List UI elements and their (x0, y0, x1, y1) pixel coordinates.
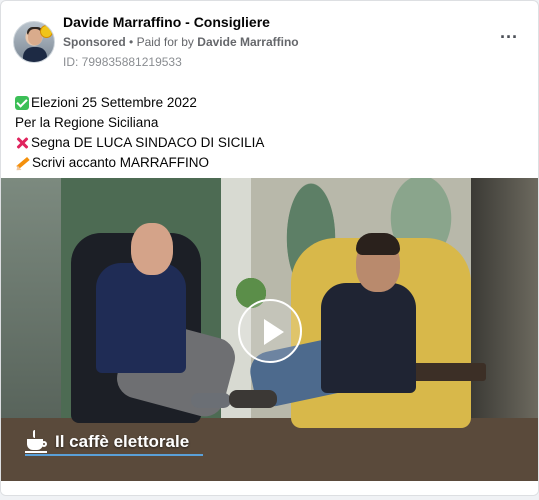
sponsor-line: Sponsored • Paid for by Davide Marraffin… (63, 35, 299, 49)
card-footer (1, 481, 538, 495)
text-line-4: Scrivi accanto MARRAFFINO (14, 153, 524, 173)
video-caption-text: Il caffè elettorale (55, 432, 190, 451)
text-line-1: Elezioni 25 Settembre 2022 (15, 93, 524, 113)
person-left (96, 263, 186, 373)
paid-for-prefix: Paid for by (136, 35, 194, 49)
text-line-4-label: Scrivi accanto MARRAFFINO (32, 155, 210, 170)
text-line-2-label: Per la Regione Siciliana (15, 115, 159, 130)
play-icon[interactable] (238, 299, 302, 363)
paid-for-name[interactable]: Davide Marraffino (197, 35, 298, 49)
text-line-2: Per la Regione Siciliana (15, 113, 524, 133)
author-name[interactable]: Davide Marraffino - Consigliere (63, 14, 270, 30)
coffee-cup-icon (25, 430, 47, 454)
caption-underline (25, 454, 203, 456)
ad-card: Davide Marraffino - Consigliere Sponsore… (0, 0, 539, 496)
separator: • (129, 35, 134, 49)
text-line-1-label: Elezioni 25 Settembre 2022 (31, 95, 197, 110)
author-avatar[interactable] (13, 21, 55, 63)
text-line-3: Segna DE LUCA SINDACO DI SICILIA (15, 133, 524, 153)
post-header: Davide Marraffino - Consigliere Sponsore… (1, 1, 538, 81)
video-player[interactable]: Il caffè elettorale (1, 178, 538, 481)
sponsored-label: Sponsored (63, 35, 126, 49)
pencil-icon (14, 156, 30, 173)
text-line-3-label: Segna DE LUCA SINDACO DI SICILIA (31, 135, 265, 150)
ad-id: ID: 799835881219533 (63, 55, 182, 69)
more-options-icon[interactable]: ··· (500, 27, 518, 48)
cross-mark-icon (15, 136, 29, 150)
badge-icon (40, 25, 53, 38)
checkmark-icon (15, 96, 29, 110)
person-right (321, 283, 416, 393)
post-text: Elezioni 25 Settembre 2022 Per la Region… (14, 93, 524, 173)
video-caption: Il caffè elettorale (25, 430, 189, 454)
